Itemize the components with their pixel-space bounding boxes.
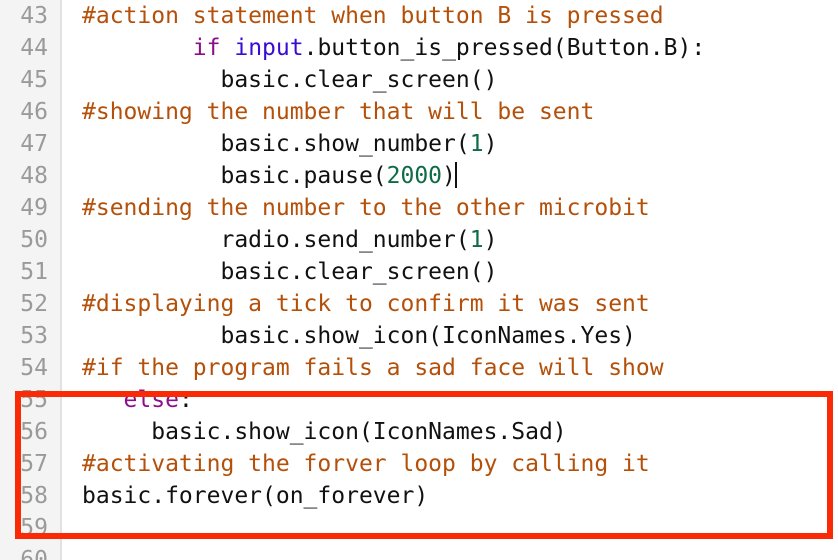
code-token-plain: radio.send_number( [82,227,470,253]
code-line-text[interactable]: #activating the forver loop by calling i… [82,448,650,480]
code-line[interactable]: 59 [0,512,838,544]
code-line[interactable]: 51 basic.clear_screen() [0,256,838,288]
code-line-text[interactable]: #showing the number that will be sent [82,96,594,128]
code-token-plain: basic.forever(on_forever) [82,483,429,509]
code-token-plain: basic.clear_screen() [82,67,498,93]
code-token-number: 1 [469,131,484,157]
code-line[interactable]: 57 #activating the forver loop by calling… [0,448,838,480]
line-number: 51 [20,259,48,285]
code-line[interactable]: 45 basic.clear_screen() [0,64,838,96]
line-number: 56 [20,419,48,445]
code-token-comment: #action statement when button B is press… [82,3,664,29]
code-line[interactable]: 53 basic.show_icon(IconNames.Yes) [0,320,838,352]
line-number: 46 [20,99,48,125]
code-line-text[interactable]: basic.show_icon(IconNames.Yes) [82,320,636,352]
code-line-text[interactable]: basic.forever(on_forever) [82,480,428,512]
code-line[interactable]: 46 #showing the number that will be sent [0,96,838,128]
line-number: 43 [20,3,48,29]
line-number: 60 [20,547,48,560]
code-token-plain: basic.show_icon(IconNames.Sad) [82,419,567,445]
code-token-plain: basic.clear_screen() [82,259,498,285]
code-line-text[interactable]: #sending the number to the other microbi… [82,192,650,224]
line-number: 50 [20,227,48,253]
code-editor[interactable]: 43 #action statement when button B is pre… [0,0,838,560]
code-token-builtin: input [234,35,304,61]
line-number: 54 [20,355,48,381]
code-token-comment: #showing the number that will be sent [82,99,595,125]
code-token-number: 1 [469,227,484,253]
code-line[interactable]: 43 #action statement when button B is pre… [0,0,838,32]
code-line[interactable]: 55 else: [0,384,838,416]
code-line-text[interactable]: basic.show_icon(IconNames.Sad) [82,416,567,448]
code-content-area[interactable]: 43 #action statement when button B is pre… [0,0,838,560]
code-line-text[interactable]: basic.show_number(1) [82,128,497,160]
code-token-plain: ) [483,131,498,157]
code-line-text[interactable]: #action statement when button B is press… [82,0,664,32]
code-line[interactable]: 47 basic.show_number(1) [0,128,838,160]
text-caret [454,162,457,188]
code-token-keyword: else [123,387,179,413]
code-token-plain: ) [442,163,456,189]
code-token-plain: basic.show_number( [82,131,470,157]
code-line-text[interactable]: basic.clear_screen() [82,256,497,288]
code-token-comment: #sending the number to the other microbi… [82,195,650,221]
code-token-plain: .button_is_pressed(Button.B): [303,35,706,61]
line-number: 58 [20,483,48,509]
line-number: 45 [20,67,48,93]
code-line[interactable]: 49 #sending the number to the other micro… [0,192,838,224]
code-token-number: 2000 [386,163,443,189]
line-number: 44 [20,35,48,61]
line-number: 55 [20,387,48,413]
line-number: 53 [20,323,48,349]
code-token-keyword: if [192,35,221,61]
code-token-plain: ) [483,227,498,253]
line-number: 57 [20,451,48,477]
code-line-text[interactable]: if input.button_is_pressed(Button.B): [82,32,705,64]
code-token-plain: basic.show_icon(IconNames.Yes) [82,323,636,349]
code-token-plain: basic.pause( [82,163,387,189]
code-line[interactable]: 60 [0,544,838,560]
code-line-text[interactable]: radio.send_number(1) [82,224,497,256]
code-line-text[interactable]: basic.pause(2000) [82,160,457,192]
code-line[interactable]: 56 basic.show_icon(IconNames.Sad) [0,416,838,448]
code-line-text[interactable]: #if the program fails a sad face will sh… [82,352,664,384]
code-line[interactable]: 54 #if the program fails a sad face will … [0,352,838,384]
code-line[interactable]: 44 if input.button_is_pressed(Button.B): [0,32,838,64]
code-token-comment: #activating the forver loop by calling i… [82,451,650,477]
code-line-text[interactable]: #displaying a tick to confirm it was sen… [82,288,650,320]
code-token-comment: #displaying a tick to confirm it was sen… [82,291,650,317]
code-token-comment: #if the program fails a sad face will sh… [82,355,664,381]
code-editor-screenshot: 43 #action statement when button B is pre… [0,0,838,560]
code-line[interactable]: 48 basic.pause(2000) [0,160,838,192]
line-number: 49 [20,195,48,221]
code-line[interactable]: 52 #displaying a tick to confirm it was s… [0,288,838,320]
code-line-text[interactable]: basic.clear_screen() [82,64,497,96]
code-line[interactable]: 58 basic.forever(on_forever) [0,480,838,512]
code-token-plain: : [178,387,193,413]
line-number: 48 [20,163,48,189]
line-number: 59 [20,515,48,541]
line-number: 52 [20,291,48,317]
code-line-text[interactable]: else: [82,384,193,416]
code-line[interactable]: 50 radio.send_number(1) [0,224,838,256]
line-number: 47 [20,131,48,157]
